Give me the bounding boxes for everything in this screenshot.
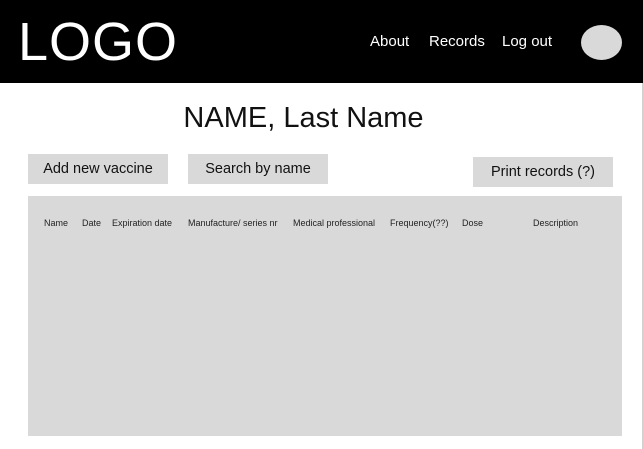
top-navbar: LOGO About Records Log out bbox=[0, 0, 643, 83]
records-table: Name Date Expiration date Manufacture/ s… bbox=[28, 196, 622, 436]
column-header-expiration-date[interactable]: Expiration date bbox=[112, 217, 172, 229]
search-by-name-button[interactable]: Search by name bbox=[188, 154, 328, 184]
nav-link-records[interactable]: Records bbox=[429, 33, 485, 51]
page-title: NAME, Last Name bbox=[183, 102, 424, 134]
logo[interactable]: LOGO bbox=[18, 10, 178, 74]
column-header-dose[interactable]: Dose bbox=[462, 217, 483, 229]
add-vaccine-button[interactable]: Add new vaccine bbox=[28, 154, 168, 184]
column-header-frequency[interactable]: Frequency(??) bbox=[390, 217, 449, 229]
nav-link-about[interactable]: About bbox=[370, 33, 409, 51]
nav-link-logout[interactable]: Log out bbox=[502, 33, 552, 51]
column-header-name[interactable]: Name bbox=[44, 217, 68, 229]
column-header-manufacture-series[interactable]: Manufacture/ series nr bbox=[188, 217, 278, 229]
print-records-button[interactable]: Print records (?) bbox=[473, 157, 613, 187]
column-header-medical-professional[interactable]: Medical professional bbox=[293, 217, 375, 229]
column-header-description[interactable]: Description bbox=[533, 217, 578, 229]
page: LOGO About Records Log out NAME, Last Na… bbox=[0, 0, 643, 449]
avatar[interactable] bbox=[581, 25, 622, 60]
column-header-date[interactable]: Date bbox=[82, 217, 101, 229]
